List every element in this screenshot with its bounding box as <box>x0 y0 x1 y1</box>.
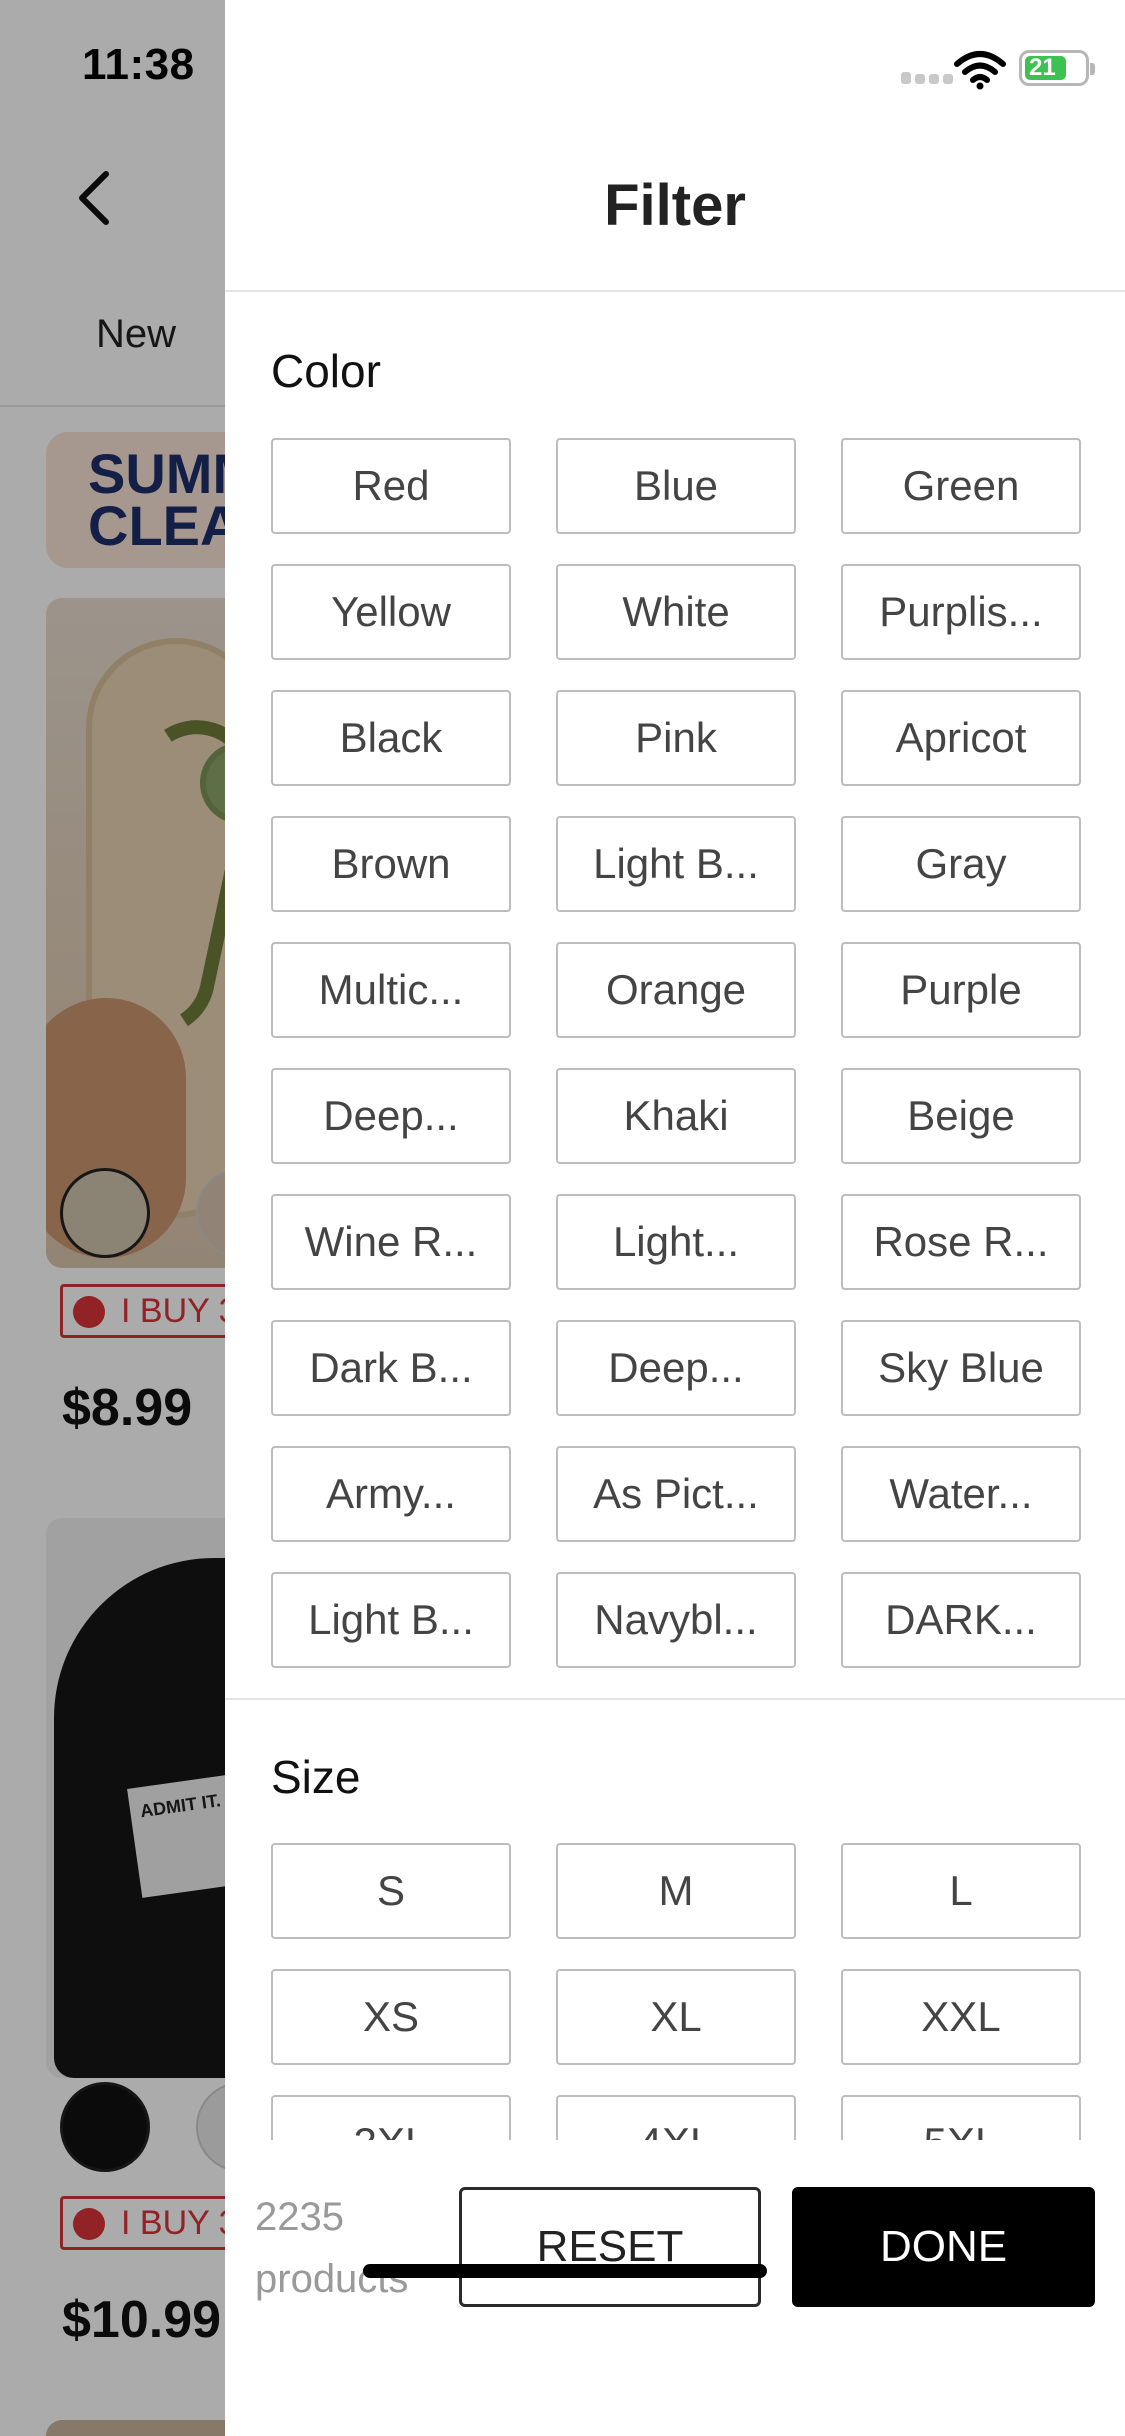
color-chip[interactable]: Dark B... <box>271 1320 511 1416</box>
color-chip[interactable]: Black <box>271 690 511 786</box>
modal-overlay[interactable] <box>0 0 225 2436</box>
color-chip[interactable]: Wine R... <box>271 1194 511 1290</box>
color-chip[interactable]: Army... <box>271 1446 511 1542</box>
color-chip[interactable]: Deep... <box>271 1068 511 1164</box>
color-chip[interactable]: Red <box>271 438 511 534</box>
result-count-label: products <box>255 2257 409 2301</box>
size-chip[interactable]: XS <box>271 1969 511 2065</box>
color-chip[interactable]: Green <box>841 438 1081 534</box>
filter-title: Filter <box>604 173 746 238</box>
color-chip[interactable]: Sky Blue <box>841 1320 1081 1416</box>
color-chip[interactable]: Multic... <box>271 942 511 1038</box>
size-chip[interactable]: S <box>271 1843 511 1939</box>
battery-level: 21 <box>1025 56 1066 80</box>
wifi-icon <box>954 51 1006 90</box>
color-chip[interactable]: Pink <box>556 690 796 786</box>
color-section-title: Color <box>271 345 381 397</box>
size-chip[interactable]: XXL <box>841 1969 1081 2065</box>
size-chip[interactable]: XL <box>556 1969 796 2065</box>
size-chip[interactable]: 4XL <box>556 2095 796 2140</box>
color-chip[interactable]: Light B... <box>271 1572 511 1668</box>
color-chip[interactable]: Beige <box>841 1068 1081 1164</box>
color-chip[interactable]: Light B... <box>556 816 796 912</box>
section-divider <box>225 1698 1125 1700</box>
filter-panel: 21 Filter Color Red Blue Green Yellow Wh… <box>225 0 1125 2436</box>
color-chip[interactable]: Gray <box>841 816 1081 912</box>
color-chip[interactable]: As Pict... <box>556 1446 796 1542</box>
screen: 11:38 New SUMM CLEA I BUY 3 $8.99 ADMIT … <box>0 0 1125 2436</box>
color-chip[interactable]: Purplis... <box>841 564 1081 660</box>
color-chip[interactable]: Navybl... <box>556 1572 796 1668</box>
result-count-number: 2235 <box>255 2195 344 2239</box>
size-options: S M L XS XL XXL 3XL 4XL 5XL <box>225 1840 1125 2140</box>
color-chip[interactable]: Orange <box>556 942 796 1038</box>
color-chip[interactable]: Khaki <box>556 1068 796 1164</box>
color-chip[interactable]: Rose R... <box>841 1194 1081 1290</box>
home-indicator[interactable] <box>363 2264 767 2278</box>
color-chip[interactable]: Light... <box>556 1194 796 1290</box>
color-chip[interactable]: DARK... <box>841 1572 1081 1668</box>
size-chip[interactable]: 3XL <box>271 2095 511 2140</box>
color-chip[interactable]: Apricot <box>841 690 1081 786</box>
status-icons: 21 <box>831 46 1095 90</box>
color-chip[interactable]: Yellow <box>271 564 511 660</box>
color-chip[interactable]: White <box>556 564 796 660</box>
color-chip[interactable]: Purple <box>841 942 1081 1038</box>
color-chip[interactable]: Deep... <box>556 1320 796 1416</box>
battery-icon: 21 <box>1019 50 1095 86</box>
done-button[interactable]: DONE <box>792 2187 1095 2307</box>
size-section-title: Size <box>271 1751 361 1803</box>
header-divider <box>225 290 1125 292</box>
signal-icon <box>901 70 957 84</box>
reset-button[interactable]: RESET <box>459 2187 761 2307</box>
color-chip[interactable]: Blue <box>556 438 796 534</box>
result-count: 2235 products <box>255 2186 445 2310</box>
size-chip[interactable]: L <box>841 1843 1081 1939</box>
color-chip[interactable]: Brown <box>271 816 511 912</box>
filter-footer: 2235 products RESET DONE <box>225 2140 1125 2436</box>
size-chip[interactable]: M <box>556 1843 796 1939</box>
color-chip[interactable]: Water... <box>841 1446 1081 1542</box>
size-chip[interactable]: 5XL <box>841 2095 1081 2140</box>
